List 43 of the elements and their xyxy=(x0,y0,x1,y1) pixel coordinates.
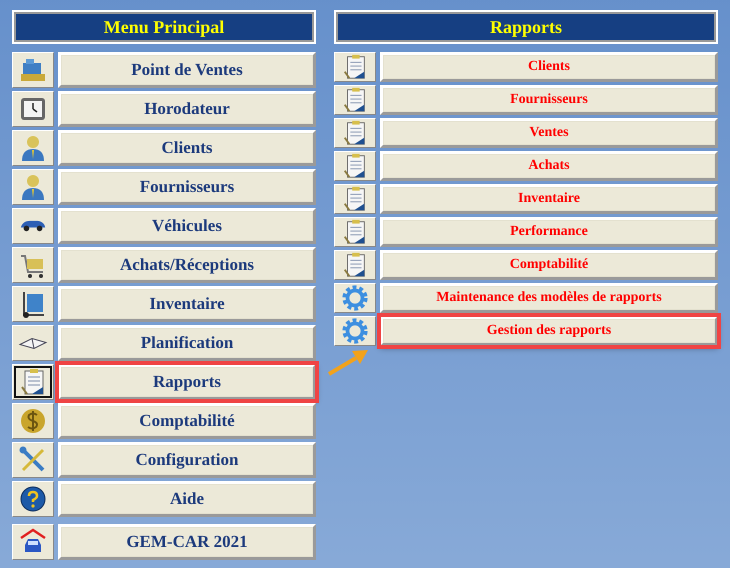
icon-tile[interactable] xyxy=(334,250,376,280)
icon-tile[interactable] xyxy=(334,118,376,148)
dollar-icon xyxy=(18,406,48,436)
panel-title: Menu Principal xyxy=(12,10,316,44)
icon-tile[interactable] xyxy=(334,283,376,313)
menu-button[interactable]: Point de Ventes xyxy=(58,52,316,88)
icon-tile[interactable] xyxy=(12,208,54,244)
icon-tile[interactable] xyxy=(12,91,54,127)
icon-tile[interactable] xyxy=(334,52,376,82)
panel-title: Rapports xyxy=(334,10,718,44)
gear-icon xyxy=(341,284,369,312)
icon-tile[interactable] xyxy=(334,316,376,346)
icon-tile[interactable] xyxy=(334,151,376,181)
menu-button[interactable]: Aide xyxy=(58,481,316,517)
icon-tile[interactable] xyxy=(12,524,54,560)
icon-tile[interactable] xyxy=(12,364,54,400)
icon-tile[interactable] xyxy=(334,217,376,247)
icon-tile[interactable] xyxy=(12,325,54,361)
menu-button[interactable]: Planification xyxy=(58,325,316,361)
menu-button[interactable]: Inventaire xyxy=(58,286,316,322)
icon-tile[interactable] xyxy=(12,403,54,439)
icon-tile[interactable] xyxy=(12,286,54,322)
menu-button[interactable]: Horodateur xyxy=(58,91,316,127)
icon-tile[interactable] xyxy=(12,52,54,88)
menu-button[interactable]: Comptabilité xyxy=(58,403,316,439)
icon-tile[interactable] xyxy=(334,184,376,214)
menu-button[interactable]: Achats/Réceptions xyxy=(58,247,316,283)
menu-button[interactable]: Clients xyxy=(58,130,316,166)
menu-button[interactable]: Configuration xyxy=(58,442,316,478)
menu-button[interactable]: Véhicules xyxy=(58,208,316,244)
icon-tile[interactable] xyxy=(12,169,54,205)
icon-tile[interactable] xyxy=(12,130,54,166)
gear-icon xyxy=(341,317,369,345)
help-icon xyxy=(18,484,48,514)
icon-tile[interactable] xyxy=(12,247,54,283)
menu-button[interactable]: Rapports xyxy=(58,364,316,400)
menu-button[interactable]: Fournisseurs xyxy=(58,169,316,205)
icon-tile[interactable] xyxy=(334,85,376,115)
arrow-icon xyxy=(326,348,370,378)
menu-button[interactable]: GEM-CAR 2021 xyxy=(58,524,316,560)
icon-tile[interactable] xyxy=(12,481,54,517)
car-icon xyxy=(18,218,48,234)
icon-tile[interactable] xyxy=(12,442,54,478)
